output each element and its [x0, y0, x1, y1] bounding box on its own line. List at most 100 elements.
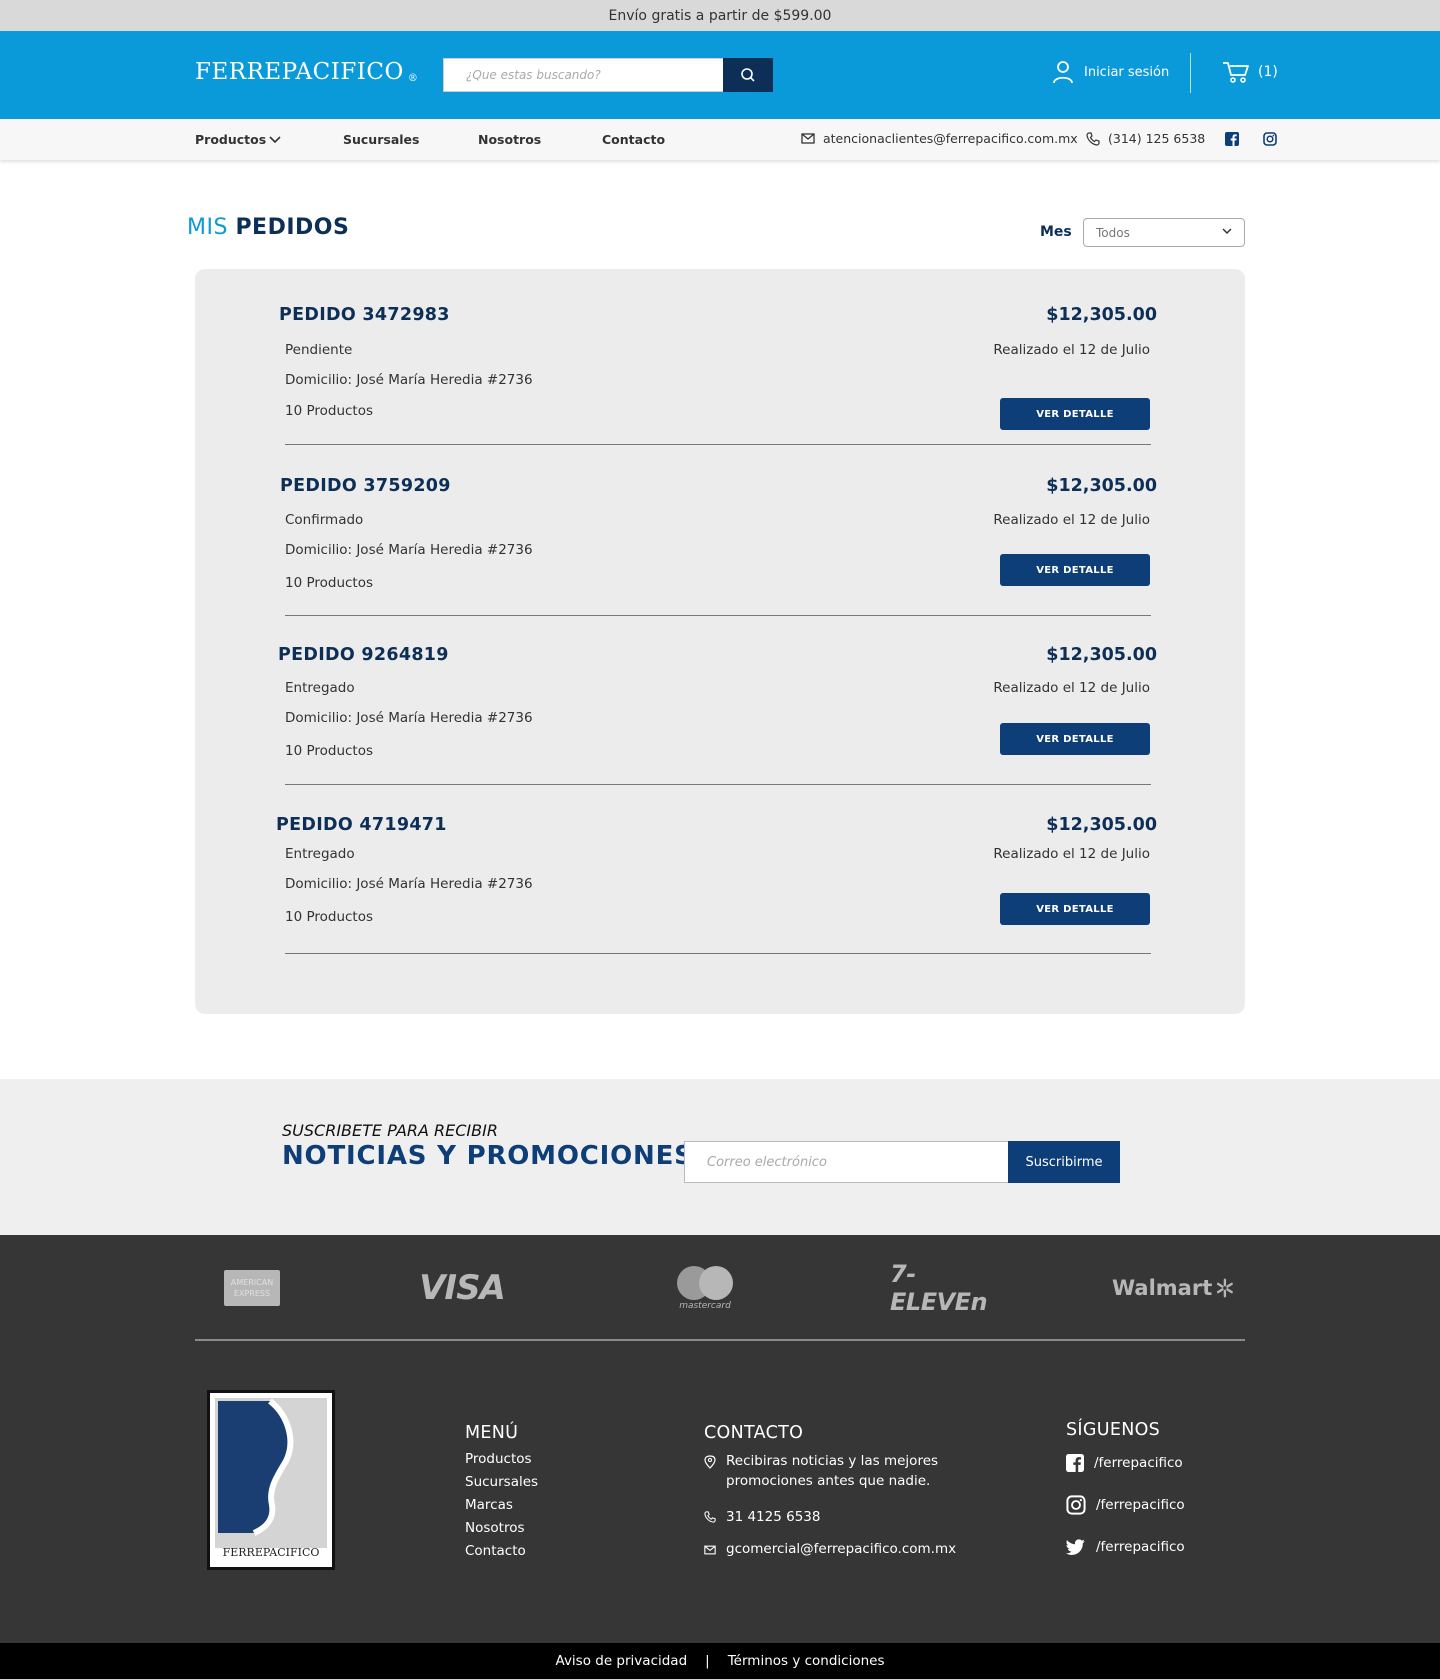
mastercard-circles-icon [677, 1266, 733, 1300]
footer-contact-email[interactable]: gcomercial@ferrepacifico.com.mx [704, 1539, 956, 1559]
search-icon [741, 68, 755, 82]
footer-contact-phone[interactable]: 31 4125 6538 [704, 1507, 820, 1527]
nav-phone-link[interactable]: (314) 125 6538 [1086, 131, 1205, 146]
page-title-bold: PEDIDOS [235, 215, 350, 240]
order-total: $12,305.00 [1046, 476, 1157, 496]
user-icon [1053, 61, 1073, 84]
amex-line1: AMERICAN [230, 1278, 274, 1287]
site-header: FERREPACIFICO® Iniciar sesión (1) [0, 31, 1440, 119]
order-date: Realizado el 12 de Julio [993, 846, 1150, 862]
order-status: Confirmado [285, 512, 364, 528]
footer-menu-productos[interactable]: Productos [465, 1451, 532, 1467]
nav-email: atencionaclientes@ferrepacifico.com.mx [823, 131, 1078, 146]
terms-link[interactable]: Términos y condiciones [728, 1653, 885, 1669]
view-detail-button[interactable]: VER DETALLE [1000, 723, 1150, 755]
nav-sucursales-label: Sucursales [343, 132, 420, 147]
nav-contacto[interactable]: Contacto [602, 132, 665, 147]
brand-emblem-icon [215, 1398, 327, 1548]
nav-phone: (314) 125 6538 [1108, 131, 1206, 146]
footer-contact-text: Recibiras noticias y las mejores promoci… [726, 1453, 939, 1489]
order-items: 10 Productos [285, 743, 374, 759]
footer-twitter-handle: /ferrepacifico [1096, 1539, 1185, 1555]
instagram-icon[interactable] [1263, 132, 1277, 146]
subscribe-button[interactable]: Suscribirme [1008, 1141, 1120, 1183]
nav-email-link[interactable]: atencionaclientes@ferrepacifico.com.mx [801, 131, 1078, 146]
privacy-link[interactable]: Aviso de privacidad [556, 1653, 688, 1669]
order-status: Entregado [285, 846, 355, 862]
footer-contact-title: CONTACTO [704, 1423, 804, 1443]
order-separator [285, 444, 1151, 445]
order-id: PEDIDO 3472983 [279, 305, 450, 325]
seven-eleven-text: 7-ELEVEn [890, 1260, 988, 1316]
nav-productos-label: Productos [195, 132, 267, 147]
instagram-icon [1066, 1495, 1086, 1515]
view-detail-button[interactable]: VER DETALLE [1000, 554, 1150, 586]
main-nav: Productos Sucursales Nosotros Contacto a… [0, 119, 1440, 160]
footer-instagram-handle: /ferrepacifico [1096, 1497, 1185, 1513]
nav-sucursales[interactable]: Sucursales [343, 132, 419, 147]
mail-icon [704, 1545, 716, 1555]
nav-nosotros[interactable]: Nosotros [478, 132, 541, 147]
view-detail-button[interactable]: VER DETALLE [1000, 398, 1150, 430]
seven-eleven-logo: 7-ELEVEn [890, 1260, 1004, 1316]
order-address: Domicilio: José María Heredia #2736 [285, 710, 533, 726]
visa-text: VISA [419, 1268, 506, 1308]
brand-logo[interactable]: FERREPACIFICO ® [195, 59, 418, 85]
newsletter-section: SUSCRIBETE PARA RECIBIR NOTICIAS Y PROMO… [0, 1079, 1440, 1235]
search-input[interactable] [443, 58, 723, 92]
page-title-light: MIS [187, 215, 228, 240]
walmart-spark-icon [1217, 1278, 1234, 1298]
order-items: 10 Productos [285, 403, 374, 419]
walmart-logo: Walmart [1112, 1265, 1234, 1311]
footer-contact-address: Recibiras noticias y las mejores promoci… [704, 1451, 964, 1491]
free-shipping-banner: Envío gratis a partir de $599.00 [0, 0, 1440, 31]
footer-menu-title: MENÚ [465, 1423, 519, 1443]
order-address: Domicilio: José María Heredia #2736 [285, 542, 533, 558]
order-separator [285, 784, 1151, 785]
newsletter-email-input[interactable] [684, 1141, 1009, 1183]
brand-logo-text: FERREPACIFICO [195, 59, 404, 85]
footer-contact-email-text: gcomercial@ferrepacifico.com.mx [726, 1541, 957, 1557]
order-id: PEDIDO 9264819 [278, 645, 449, 665]
order-date: Realizado el 12 de Julio [993, 512, 1150, 528]
order-id: PEDIDO 4719471 [276, 815, 447, 835]
footer-brand-label: FERREPACIFICO [222, 1546, 320, 1559]
footer-facebook-link[interactable]: /ferrepacifico [1066, 1453, 1183, 1473]
order-separator [285, 615, 1151, 616]
chevron-down-icon [1222, 228, 1232, 235]
mastercard-text: mastercard [679, 1301, 731, 1311]
month-filter-select[interactable]: Todos [1083, 218, 1245, 247]
footer-twitter-link[interactable]: /ferrepacifico [1066, 1537, 1185, 1557]
order-status: Entregado [285, 680, 355, 696]
cart-icon [1223, 62, 1249, 83]
facebook-icon[interactable] [1225, 132, 1239, 146]
search-bar [443, 58, 773, 92]
newsletter-kicker: SUSCRIBETE PARA RECIBIR [282, 1121, 498, 1140]
visa-logo: VISA [418, 1265, 506, 1311]
footer-menu-contacto[interactable]: Contacto [465, 1543, 526, 1559]
nav-productos[interactable]: Productos [195, 132, 281, 147]
view-detail-button[interactable]: VER DETALLE [1000, 893, 1150, 925]
facebook-icon [1066, 1454, 1084, 1472]
nav-contacto-label: Contacto [602, 132, 666, 147]
order-address: Domicilio: José María Heredia #2736 [285, 876, 533, 892]
footer-brand-logo: FERREPACIFICO [207, 1390, 335, 1570]
footer-menu-nosotros[interactable]: Nosotros [465, 1520, 525, 1536]
amex-logo: AMERICAN EXPRESS [224, 1265, 280, 1311]
order-items: 10 Productos [285, 575, 374, 591]
order-items: 10 Productos [285, 909, 374, 925]
cart-count: (1) [1258, 64, 1278, 80]
month-filter-label: Mes [1040, 224, 1072, 240]
footer-menu-marcas[interactable]: Marcas [465, 1497, 513, 1513]
footer-instagram-link[interactable]: /ferrepacifico [1066, 1495, 1185, 1515]
free-shipping-text: Envío gratis a partir de $599.00 [608, 7, 832, 24]
orders-panel: PEDIDO 3472983 $12,305.00 Pendiente Real… [195, 269, 1245, 1014]
order-address: Domicilio: José María Heredia #2736 [285, 372, 533, 388]
login-link[interactable]: Iniciar sesión [1052, 60, 1169, 84]
header-divider [1190, 53, 1191, 93]
footer-menu-sucursales[interactable]: Sucursales [465, 1474, 538, 1490]
walmart-text: Walmart [1112, 1276, 1213, 1300]
cart-button[interactable]: (1) [1222, 61, 1278, 83]
legal-separator: | [705, 1653, 710, 1669]
search-button[interactable] [723, 58, 773, 92]
